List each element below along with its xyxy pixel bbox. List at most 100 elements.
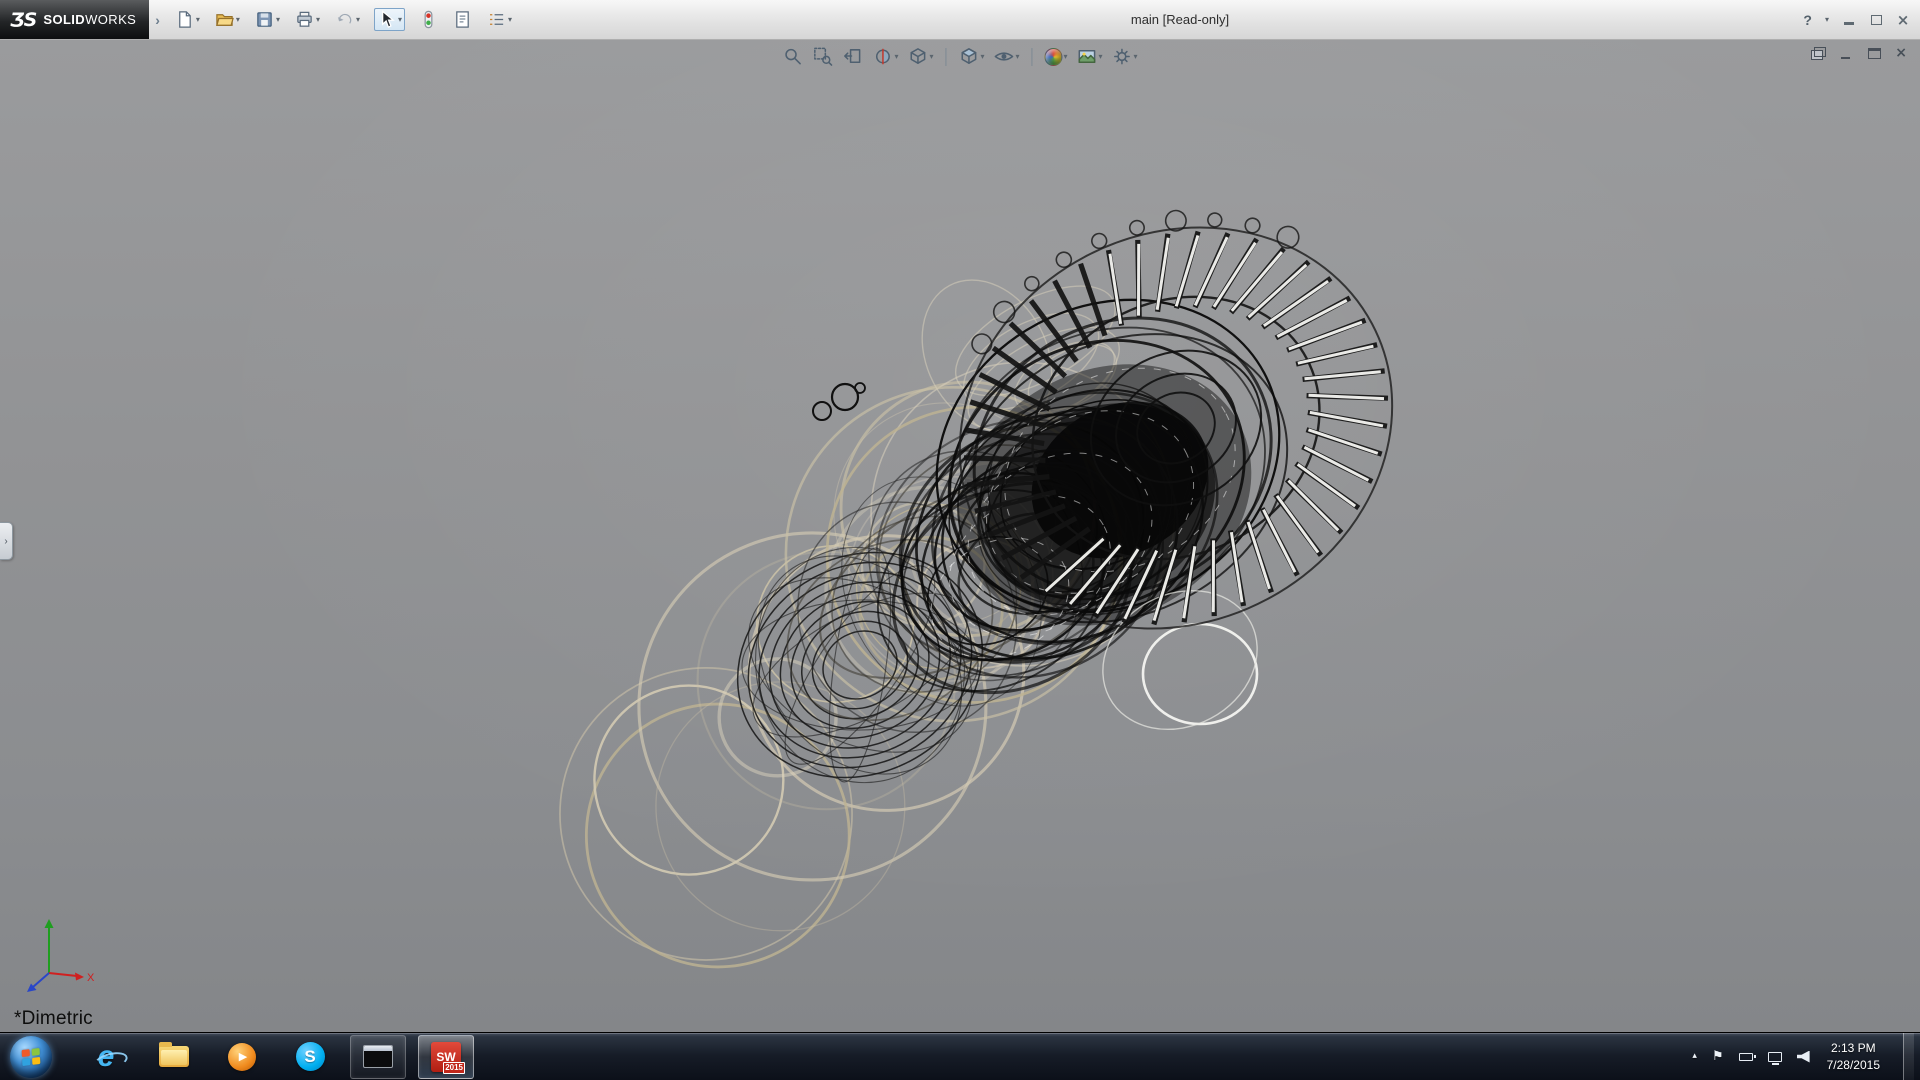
- new-document-button[interactable]: ▾: [174, 9, 201, 30]
- previous-view-button[interactable]: [841, 45, 864, 68]
- dropdown-arrow-icon[interactable]: ▾: [1064, 53, 1068, 61]
- brand-name: SOLIDWORKS: [43, 12, 136, 27]
- hide-show-items-button[interactable]: ▾: [992, 45, 1020, 68]
- maximize-icon: [1871, 15, 1882, 25]
- dropdown-arrow-icon[interactable]: ▾: [980, 53, 984, 61]
- save-icon: [255, 10, 274, 29]
- print-icon: [295, 10, 314, 29]
- scene-icon: [1077, 46, 1098, 67]
- solidworks-year-badge: 2015: [443, 1062, 465, 1073]
- rebuild-button[interactable]: [418, 9, 439, 30]
- titlebar: ƷS SOLIDWORKS › ▾ ▾ ▾ ▾ ▾: [0, 0, 1920, 40]
- doc-minimize-button[interactable]: [1839, 47, 1854, 60]
- clock-date: 7/28/2015: [1827, 1057, 1880, 1073]
- zoom-to-area-button[interactable]: [811, 45, 834, 68]
- dropdown-arrow-icon[interactable]: ▾: [356, 16, 360, 24]
- display-network-icon[interactable]: [1768, 1052, 1782, 1062]
- apply-scene-button[interactable]: ▾: [1076, 45, 1104, 68]
- dropdown-arrow-icon[interactable]: ▾: [1015, 53, 1019, 61]
- doc-restore-button[interactable]: [1811, 47, 1826, 60]
- taskbar-solidworks[interactable]: SW 2015: [418, 1035, 474, 1079]
- display-style-icon: [958, 46, 979, 67]
- solidworks-logo: ƷS SOLIDWORKS: [0, 0, 149, 39]
- dropdown-arrow-icon[interactable]: ▾: [1134, 53, 1138, 61]
- minimize-icon: [1844, 22, 1854, 25]
- view-settings-button[interactable]: ▾: [1111, 45, 1139, 68]
- taskbar: e ▶ S SW 2015 ▴ ⚑: [0, 1032, 1920, 1080]
- taskbar-skype[interactable]: S: [282, 1035, 338, 1079]
- dropdown-arrow-icon[interactable]: ▾: [508, 16, 512, 24]
- desktop-screen: ƷS SOLIDWORKS › ▾ ▾ ▾ ▾ ▾: [0, 0, 1920, 1080]
- taskbar-file-explorer[interactable]: [146, 1035, 202, 1079]
- edit-appearance-button[interactable]: ▾: [1044, 47, 1069, 67]
- show-desktop-button[interactable]: [1903, 1033, 1914, 1080]
- skype-icon: S: [296, 1042, 325, 1071]
- windows-logo-icon: [22, 1047, 41, 1065]
- menu-expand-chevron[interactable]: ›: [155, 12, 160, 28]
- view-orientation-button[interactable]: ▾: [906, 45, 934, 68]
- battery-icon[interactable]: [1739, 1053, 1753, 1061]
- file-properties-icon: [453, 10, 472, 29]
- dropdown-arrow-icon[interactable]: ▾: [1099, 53, 1103, 61]
- options-icon: [487, 10, 506, 29]
- maximize-button[interactable]: [1869, 13, 1883, 27]
- section-view-button[interactable]: ▾: [871, 45, 899, 68]
- view-settings-gear-icon: [1112, 46, 1133, 67]
- heads-up-view-toolbar: ▾ ▾ ▾ ▾ ▾ ▾: [781, 45, 1138, 68]
- select-tool-button[interactable]: ▾: [374, 8, 405, 31]
- help-dropdown-arrow-icon[interactable]: ▾: [1825, 16, 1829, 24]
- system-tray: ▴ ⚑ 2:13 PM 7/28/2015: [1692, 1033, 1920, 1080]
- volume-icon[interactable]: [1797, 1051, 1810, 1063]
- taskbar-media-player[interactable]: ▶: [214, 1035, 270, 1079]
- close-button[interactable]: ×: [1896, 13, 1910, 27]
- graphics-area[interactable]: ▾ ▾ ▾ ▾ ▾ ▾: [0, 40, 1920, 1032]
- dropdown-arrow-icon[interactable]: ▾: [276, 16, 280, 24]
- expand-panel-arrow-icon: ›: [4, 536, 7, 547]
- view-orientation-label: *Dimetric: [14, 1008, 93, 1030]
- help-button[interactable]: ?: [1803, 12, 1812, 28]
- undo-button[interactable]: ▾: [334, 9, 361, 30]
- taskbar-command-prompt[interactable]: [350, 1035, 406, 1079]
- save-button[interactable]: ▾: [254, 9, 281, 30]
- dropdown-arrow-icon[interactable]: ▾: [929, 53, 933, 61]
- section-view-icon: [872, 46, 893, 67]
- cmd-titlebar: [364, 1046, 392, 1051]
- new-document-icon: [175, 10, 194, 29]
- undo-icon: [335, 10, 354, 29]
- minimize-button[interactable]: [1842, 13, 1856, 27]
- open-file-button[interactable]: ▾: [214, 9, 241, 30]
- taskbar-clock[interactable]: 2:13 PM 7/28/2015: [1825, 1040, 1888, 1072]
- taskbar-pinned-apps: e ▶ S SW 2015: [78, 1033, 474, 1080]
- zoom-to-fit-button[interactable]: [781, 45, 804, 68]
- 3d-model-wireframe[interactable]: [560, 160, 1420, 940]
- toolbar-separator: [1032, 48, 1033, 66]
- dassault-logo-icon: ƷS: [10, 9, 36, 31]
- dropdown-arrow-icon[interactable]: ▾: [316, 16, 320, 24]
- select-arrow-icon: [377, 10, 396, 29]
- doc-close-button[interactable]: ×: [1895, 47, 1907, 60]
- dropdown-arrow-icon[interactable]: ▾: [398, 16, 402, 24]
- doc-maximize-button[interactable]: [1867, 47, 1882, 60]
- feature-panel-collapsed-tab[interactable]: ›: [0, 522, 13, 560]
- previous-view-icon: [842, 46, 863, 67]
- dropdown-arrow-icon[interactable]: ▾: [196, 16, 200, 24]
- triad-x-label: X: [87, 972, 95, 984]
- start-button[interactable]: [10, 1036, 52, 1078]
- document-window-controls: ×: [1811, 47, 1907, 60]
- play-icon: ▶: [239, 1050, 247, 1063]
- display-style-button[interactable]: ▾: [957, 45, 985, 68]
- taskbar-internet-explorer[interactable]: e: [78, 1035, 134, 1079]
- solidworks-icon: SW 2015: [431, 1042, 461, 1072]
- command-prompt-icon: [363, 1045, 393, 1068]
- dropdown-arrow-icon[interactable]: ▾: [236, 16, 240, 24]
- file-properties-button[interactable]: [452, 9, 473, 30]
- zoom-to-area-icon: [812, 46, 833, 67]
- page-title: main [Read-only]: [1131, 0, 1229, 40]
- dropdown-arrow-icon[interactable]: ▾: [894, 53, 898, 61]
- hidden-icons-chevron[interactable]: ▴: [1692, 1052, 1697, 1061]
- print-button[interactable]: ▾: [294, 9, 321, 30]
- appearance-ball-icon: [1045, 48, 1063, 66]
- rebuild-icon: [419, 10, 438, 29]
- options-button[interactable]: ▾: [486, 9, 513, 30]
- action-center-flag-icon[interactable]: ⚑: [1712, 1050, 1724, 1063]
